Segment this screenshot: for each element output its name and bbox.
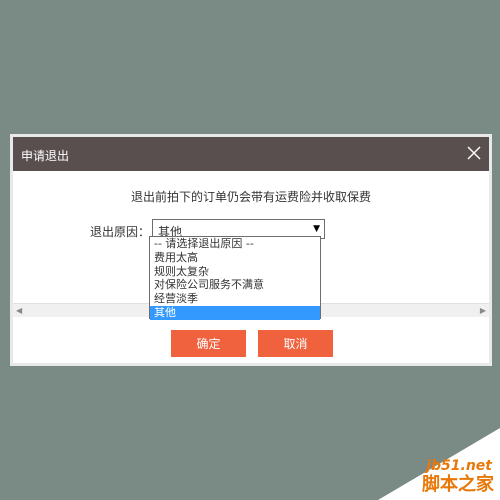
reason-label: 退出原因： <box>90 225 151 239</box>
exit-notice: 退出前拍下的订单仍会带有运费险并收取保费 <box>130 190 371 204</box>
confirm-button[interactable]: 确定 <box>171 330 246 357</box>
site-watermark: jb51.net 脚本之家 <box>378 428 500 500</box>
dropdown-option[interactable]: 费用太高 <box>150 251 320 265</box>
dialog-titlebar: 申请退出 <box>13 137 489 171</box>
dropdown-option[interactable]: 规则太复杂 <box>150 265 320 279</box>
scroll-right-icon[interactable]: ▶ <box>480 306 486 315</box>
scroll-left-icon[interactable]: ◀ <box>16 306 22 315</box>
close-icon[interactable] <box>465 144 483 162</box>
dropdown-option-selected[interactable]: 其他 <box>150 305 320 320</box>
cancel-button[interactable]: 取消 <box>258 330 333 357</box>
dialog-title: 申请退出 <box>21 149 70 163</box>
watermark-name: 脚本之家 <box>422 474 494 495</box>
chevron-down-icon: ▼ <box>313 224 320 234</box>
dropdown-option[interactable]: -- 请选择退出原因 -- <box>150 237 320 251</box>
dropdown-option[interactable]: 对保险公司服务不满意 <box>150 278 320 292</box>
dropdown-option[interactable]: 经营淡季 <box>150 292 320 306</box>
reason-dropdown-list: -- 请选择退出原因 -- 费用太高 规则太复杂 对保险公司服务不满意 经营淡季… <box>149 236 321 320</box>
